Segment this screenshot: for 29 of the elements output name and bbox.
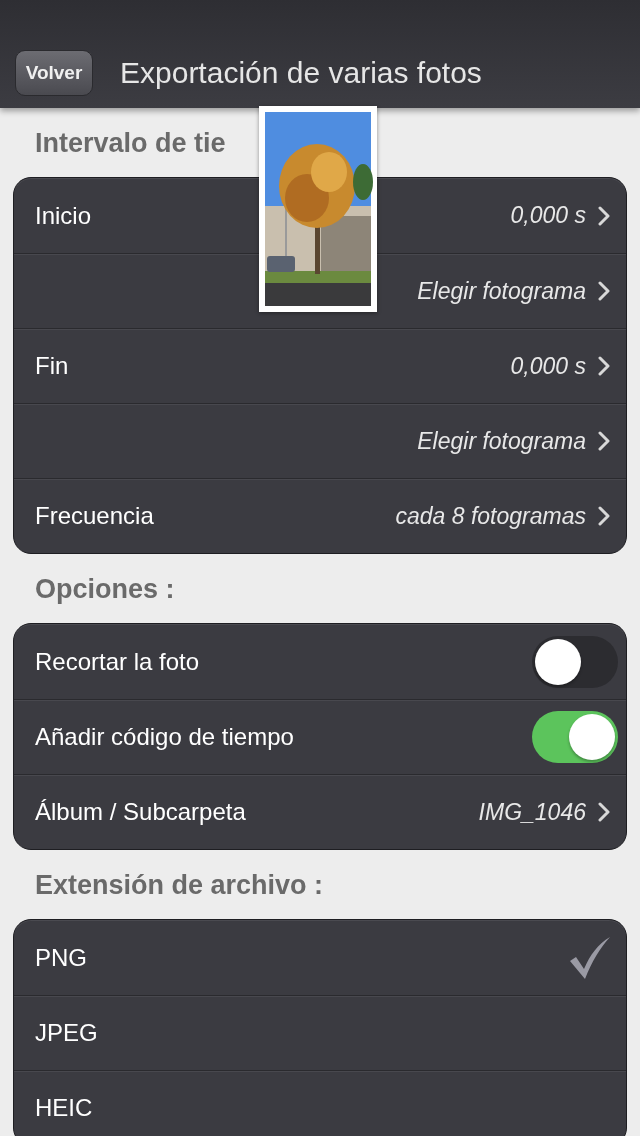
check-icon xyxy=(568,934,612,981)
section-title: Opciones : xyxy=(35,574,175,605)
row-label: Álbum / Subcarpeta xyxy=(35,798,246,826)
row-label: Añadir código de tiempo xyxy=(35,723,294,751)
row-value[interactable]: Elegir fotograma xyxy=(417,277,586,305)
format-option[interactable]: PNG xyxy=(14,920,626,995)
row-value[interactable]: Elegir fotograma xyxy=(417,427,586,455)
chevron-icon xyxy=(598,356,610,376)
row-value[interactable]: IMG_1046 xyxy=(478,798,586,826)
section-title: Intervalo de tie xyxy=(35,128,226,159)
toggle-switch[interactable] xyxy=(532,711,618,763)
row-label: Fin xyxy=(35,352,69,380)
chevron-icon xyxy=(598,802,610,822)
back-button[interactable]: Volver xyxy=(15,50,93,96)
row-value[interactable]: 0,000 s xyxy=(510,352,586,380)
row-value[interactable]: 0,000 s xyxy=(510,202,586,229)
format-option[interactable]: HEIC xyxy=(14,1070,626,1136)
row-label: Recortar la foto xyxy=(35,647,200,676)
chevron-icon xyxy=(598,431,610,451)
toggle-switch[interactable] xyxy=(532,635,618,688)
chevron-icon xyxy=(598,281,610,301)
chevron-icon xyxy=(598,506,610,526)
row-label: Inicio xyxy=(35,201,92,230)
format-option[interactable]: JPEG xyxy=(14,995,626,1070)
section-title: Extensión de archivo : xyxy=(35,870,324,901)
chevron-icon xyxy=(598,205,610,226)
screen-title: Exportación de varias fotos xyxy=(120,55,482,91)
row-value[interactable]: cada 8 fotogramas xyxy=(395,502,586,530)
row-label: Frecuencia xyxy=(35,502,154,530)
